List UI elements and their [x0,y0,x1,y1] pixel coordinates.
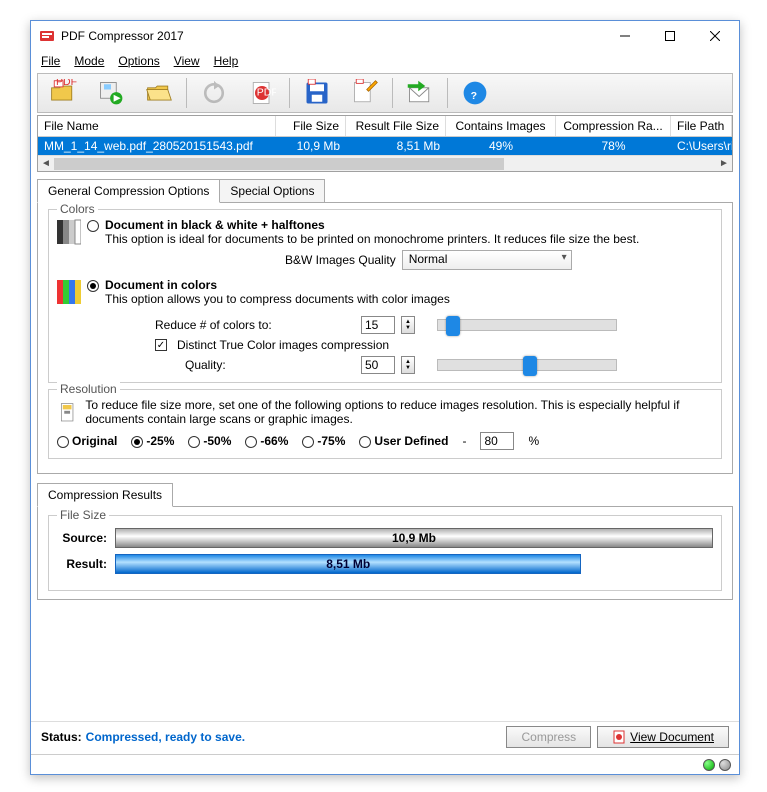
svg-text:PDF: PDF [56,79,77,88]
svg-text:PDF: PDF [257,87,276,99]
general-panel: Colors Document in black & white + halft… [37,202,733,474]
bw-desc: This option is ideal for documents to be… [105,232,639,246]
compress-icon [57,398,77,428]
maximize-button[interactable] [647,22,692,50]
send-button[interactable] [397,76,443,110]
refresh-button[interactable] [191,76,237,110]
menu-mode[interactable]: Mode [68,53,110,69]
pdf-icon [612,730,626,744]
reduce-slider[interactable] [437,319,617,331]
horizontal-scrollbar[interactable]: ◄ ► [38,155,732,171]
tab-general[interactable]: General Compression Options [37,179,220,203]
menu-view[interactable]: View [168,53,206,69]
filesize-legend: File Size [57,508,109,522]
distinct-label: Distinct True Color images compression [177,338,389,352]
quality-spinner[interactable]: ▲▼ [401,356,415,374]
view-document-button[interactable]: View Document [597,726,729,748]
res-original-radio[interactable] [57,436,69,448]
app-title: PDF Compressor 2017 [61,29,602,43]
bw-radio[interactable] [87,220,99,232]
minimize-button[interactable] [602,22,647,50]
res-66-radio[interactable] [245,436,257,448]
menubar: File Mode Options View Help [31,51,739,71]
menu-options[interactable]: Options [112,53,165,69]
edit-button[interactable] [342,76,388,110]
save-button[interactable] [294,76,340,110]
tab-results[interactable]: Compression Results [37,483,173,507]
color-desc: This option allows you to compress docum… [105,292,713,306]
resolution-desc: To reduce file size more, set one of the… [85,398,713,426]
color-title: Document in colors [105,278,713,292]
svg-text:?: ? [471,90,477,102]
res-user-radio[interactable] [359,436,371,448]
reduce-colors-input[interactable] [361,316,395,334]
file-grid: File Name File Size Result File Size Con… [37,115,733,172]
titlebar[interactable]: PDF Compressor 2017 [31,21,739,51]
res-25-radio[interactable] [131,436,143,448]
color-icon [57,278,81,306]
bw-quality-select[interactable]: Normal [402,250,572,270]
status-led-green [703,759,715,771]
resolution-fieldset: Resolution To reduce file size more, set… [48,389,722,459]
menu-help[interactable]: Help [208,53,245,69]
col-filename[interactable]: File Name [38,116,276,136]
results-panel: File Size Source: 10,9 Mb Result: 8,51 M… [37,506,733,600]
menu-file[interactable]: File [35,53,66,69]
res-50-radio[interactable] [188,436,200,448]
bw-icon [57,218,81,246]
source-bar: 10,9 Mb [115,528,713,548]
bw-quality-label: B&W Images Quality [285,253,396,267]
col-images[interactable]: Contains Images [446,116,556,136]
help-button[interactable]: ? [452,76,498,110]
col-path[interactable]: File Path [671,116,732,136]
grid-header: File Name File Size Result File Size Con… [38,116,732,137]
col-resultsize[interactable]: Result File Size [346,116,446,136]
options-tabs: General Compression Options Special Opti… [37,178,733,202]
reduce-colors-label: Reduce # of colors to: [155,318,355,332]
status-label: Status: [41,730,82,744]
color-radio[interactable] [87,280,99,292]
app-icon [39,28,55,44]
filesize-fieldset: File Size Source: 10,9 Mb Result: 8,51 M… [48,515,722,591]
tab-special[interactable]: Special Options [220,179,325,203]
colors-legend: Colors [57,202,98,216]
quality-slider[interactable] [437,359,617,371]
quality-input[interactable] [361,356,395,374]
bw-title: Document in black & white + halftones [105,218,639,232]
res-user-input[interactable] [480,432,514,450]
table-row[interactable]: MM_1_14_web.pdf_280520151543.pdf 10,9 Mb… [38,137,732,155]
col-filesize[interactable]: File Size [276,116,346,136]
result-bar: 8,51 Mb [115,554,581,574]
status-led-grey [719,759,731,771]
res-75-radio[interactable] [302,436,314,448]
app-window: PDF Compressor 2017 File Mode Options Vi… [30,20,740,775]
source-label: Source: [57,531,107,545]
result-label: Result: [57,557,107,571]
compress-run-button[interactable] [88,76,134,110]
compress-button[interactable]: Compress [506,726,591,748]
resolution-legend: Resolution [57,382,120,396]
bottom-bar: Status: Compressed, ready to save. Compr… [31,721,739,752]
close-button[interactable] [692,22,737,50]
open-file-button[interactable]: PDF [40,76,86,110]
status-value: Compressed, ready to save. [86,730,245,744]
window-buttons [602,22,737,50]
results-tabs: Compression Results [37,482,733,506]
open-folder-button[interactable] [136,76,182,110]
col-ratio[interactable]: Compression Ra... [556,116,671,136]
reduce-spinner[interactable]: ▲▼ [401,316,415,334]
statusbar [31,754,739,774]
toolbar: PDF PDF ? [37,73,733,113]
quality-label: Quality: [185,358,355,372]
distinct-checkbox[interactable]: ✓ [155,339,167,351]
colors-fieldset: Colors Document in black & white + halft… [48,209,722,383]
pdf-button[interactable]: PDF [239,76,285,110]
